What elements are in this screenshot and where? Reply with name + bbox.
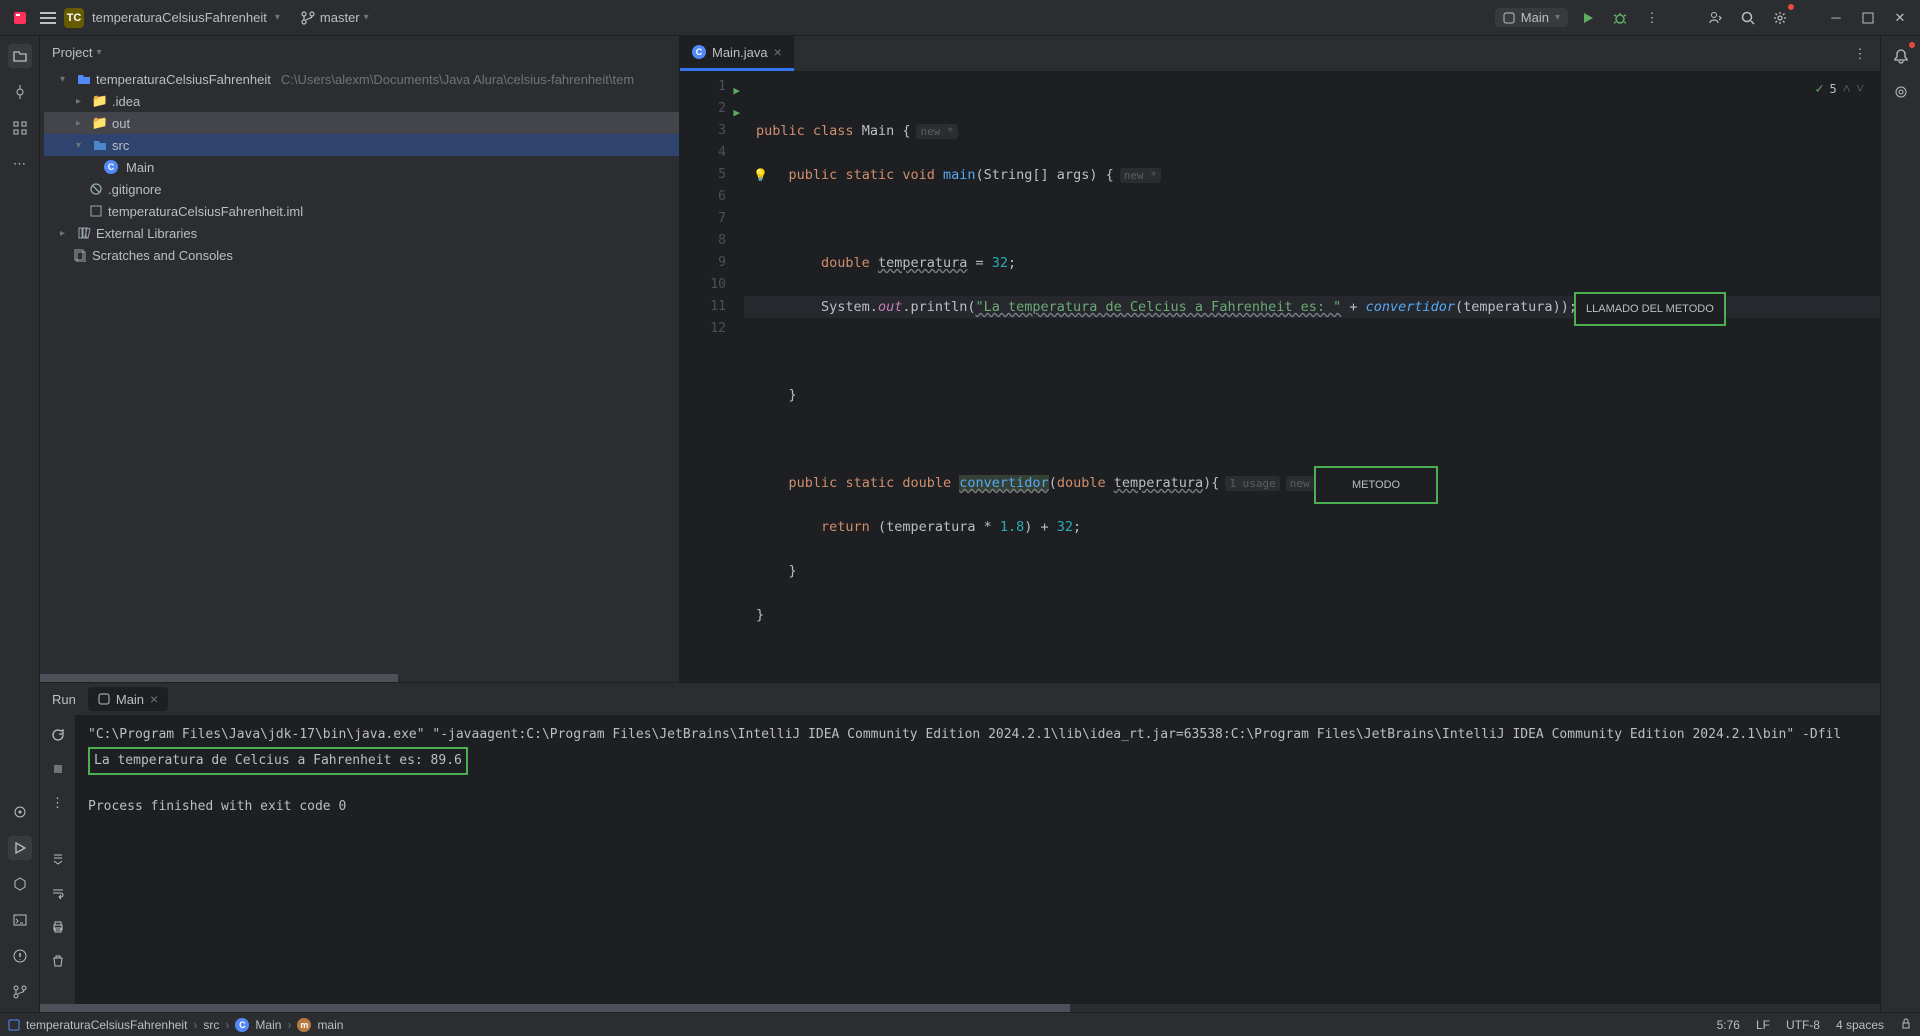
ai-assistant-icon[interactable]	[1889, 80, 1913, 104]
tree-external-libs[interactable]: ▸ External Libraries	[44, 222, 679, 244]
close-icon[interactable]: ✕	[1888, 6, 1912, 30]
editor-area: C Main.java × ⋮ 1▶ 2▶ 3 4 5 6	[680, 36, 1880, 682]
iml-icon	[88, 204, 104, 218]
file-encoding[interactable]: UTF-8	[1786, 1018, 1820, 1032]
clear-icon[interactable]	[46, 949, 70, 973]
project-name[interactable]: temperaturaCelsiusFahrenheit	[92, 10, 267, 25]
editor-tabs: C Main.java × ⋮	[680, 36, 1880, 72]
run-gutter-icon[interactable]: ▶	[733, 80, 740, 102]
scroll-to-end-icon[interactable]	[46, 847, 70, 871]
breadcrumbs[interactable]: temperaturaCelsiusFahrenheit › src › C M…	[8, 1018, 343, 1032]
tree-root[interactable]: ▾ temperaturaCelsiusFahrenheit C:\Users\…	[44, 68, 679, 90]
run-tab-main[interactable]: Main ×	[88, 687, 168, 711]
run-panel-title: Run	[52, 692, 76, 707]
minimize-icon[interactable]: ─	[1824, 6, 1848, 30]
gitignore-icon	[88, 182, 104, 196]
class-icon: C	[104, 160, 118, 174]
main-menu-icon[interactable]	[40, 12, 56, 24]
print-icon[interactable]	[46, 915, 70, 939]
maximize-icon[interactable]	[1856, 6, 1880, 30]
run-button[interactable]	[1576, 6, 1600, 30]
stop-icon[interactable]	[46, 757, 70, 781]
tree-item[interactable]: C Main	[44, 156, 679, 178]
inspection-widget[interactable]: ✓5 ˄˅	[1815, 78, 1864, 100]
close-run-tab-icon[interactable]: ×	[150, 691, 158, 707]
branch-icon	[300, 10, 316, 26]
services-tool-icon[interactable]	[8, 800, 32, 824]
run-more-icon[interactable]: ⋮	[46, 791, 70, 815]
module-icon	[8, 1019, 20, 1031]
project-scrollbar[interactable]	[40, 674, 679, 682]
gutter[interactable]: 1▶ 2▶ 3 4 5 6 7 8 9 10 11 12 💡	[680, 72, 744, 682]
left-tool-strip: ⋯	[0, 36, 40, 1012]
run-panel: Run Main × ⋮ "C:\Program	[40, 682, 1880, 1012]
notifications-icon[interactable]	[1889, 44, 1913, 68]
run-config-icon	[1503, 12, 1515, 24]
tree-item[interactable]: temperaturaCelsiusFahrenheit.iml	[44, 200, 679, 222]
right-tool-strip	[1880, 36, 1920, 1012]
annotation-llamado: LLAMADO DEL METODO	[1574, 292, 1726, 326]
vcs-branch[interactable]: master ▾	[300, 10, 369, 26]
tree-item[interactable]: ▸ 📁 out	[44, 112, 679, 134]
terminal-tool-icon[interactable]	[8, 908, 32, 932]
method-icon: m	[297, 1018, 311, 1032]
commit-tool-icon[interactable]	[8, 80, 32, 104]
scratches-icon	[72, 248, 88, 262]
status-bar: temperaturaCelsiusFahrenheit › src › C M…	[0, 1012, 1920, 1036]
vcs-tool-icon[interactable]	[8, 980, 32, 1004]
code-content[interactable]: ✓5 ˄˅ public class Main {new * public st…	[744, 72, 1880, 682]
more-actions-icon[interactable]: ⋮	[1640, 6, 1664, 30]
soft-wrap-icon[interactable]	[46, 881, 70, 905]
run-tool-icon[interactable]	[8, 836, 32, 860]
project-tool-icon[interactable]	[8, 44, 32, 68]
project-badge: TC	[64, 8, 84, 28]
project-tree[interactable]: ▾ temperaturaCelsiusFahrenheit C:\Users\…	[40, 68, 679, 674]
project-panel-header[interactable]: Project ▾	[40, 36, 679, 68]
tree-item[interactable]: .gitignore	[44, 178, 679, 200]
indent-settings[interactable]: 4 spaces	[1836, 1018, 1884, 1032]
more-tools-icon[interactable]: ⋯	[8, 152, 32, 176]
run-panel-header: Run Main ×	[40, 683, 1880, 715]
settings-icon[interactable]	[1768, 6, 1792, 30]
chevron-down-icon[interactable]: ▾	[275, 12, 280, 23]
project-panel: Project ▾ ▾ temperaturaCelsiusFahrenheit…	[40, 36, 680, 682]
run-gutter-icon[interactable]: ▶	[733, 102, 740, 124]
title-bar: TC temperaturaCelsiusFahrenheit ▾ master…	[0, 0, 1920, 36]
tree-item[interactable]: ▸ 📁 .idea	[44, 90, 679, 112]
run-scrollbar[interactable]	[40, 1004, 1880, 1012]
rerun-icon[interactable]	[46, 723, 70, 747]
class-icon: C	[692, 45, 706, 59]
debug-button[interactable]	[1608, 6, 1632, 30]
output-highlight: La temperatura de Celcius a Fahrenheit e…	[88, 747, 468, 775]
editor-body[interactable]: 1▶ 2▶ 3 4 5 6 7 8 9 10 11 12 💡	[680, 72, 1880, 682]
run-tab-icon	[98, 693, 110, 705]
editor-tab-main[interactable]: C Main.java ×	[680, 36, 794, 71]
run-toolbar: ⋮	[40, 715, 76, 1004]
tab-actions-icon[interactable]: ⋮	[1848, 42, 1872, 66]
tree-scratches[interactable]: Scratches and Consoles	[44, 244, 679, 266]
app-icon[interactable]	[8, 6, 32, 30]
close-tab-icon[interactable]: ×	[774, 44, 782, 60]
problems-tool-icon[interactable]	[8, 944, 32, 968]
run-configuration-selector[interactable]: Main ▾	[1495, 8, 1568, 27]
code-with-me-icon[interactable]	[1704, 6, 1728, 30]
structure-tool-icon[interactable]	[8, 116, 32, 140]
build-tool-icon[interactable]	[8, 872, 32, 896]
tree-item[interactable]: ▾ src	[44, 134, 679, 156]
search-icon[interactable]	[1736, 6, 1760, 30]
run-output[interactable]: "C:\Program Files\Java\jdk-17\bin\java.e…	[76, 715, 1880, 1004]
cursor-position[interactable]: 5:76	[1717, 1018, 1740, 1032]
readonly-lock-icon[interactable]	[1900, 1017, 1912, 1032]
library-icon	[76, 226, 92, 240]
class-icon: C	[235, 1018, 249, 1032]
line-separator[interactable]: LF	[1756, 1018, 1770, 1032]
annotation-metodo: METODO	[1314, 466, 1438, 504]
